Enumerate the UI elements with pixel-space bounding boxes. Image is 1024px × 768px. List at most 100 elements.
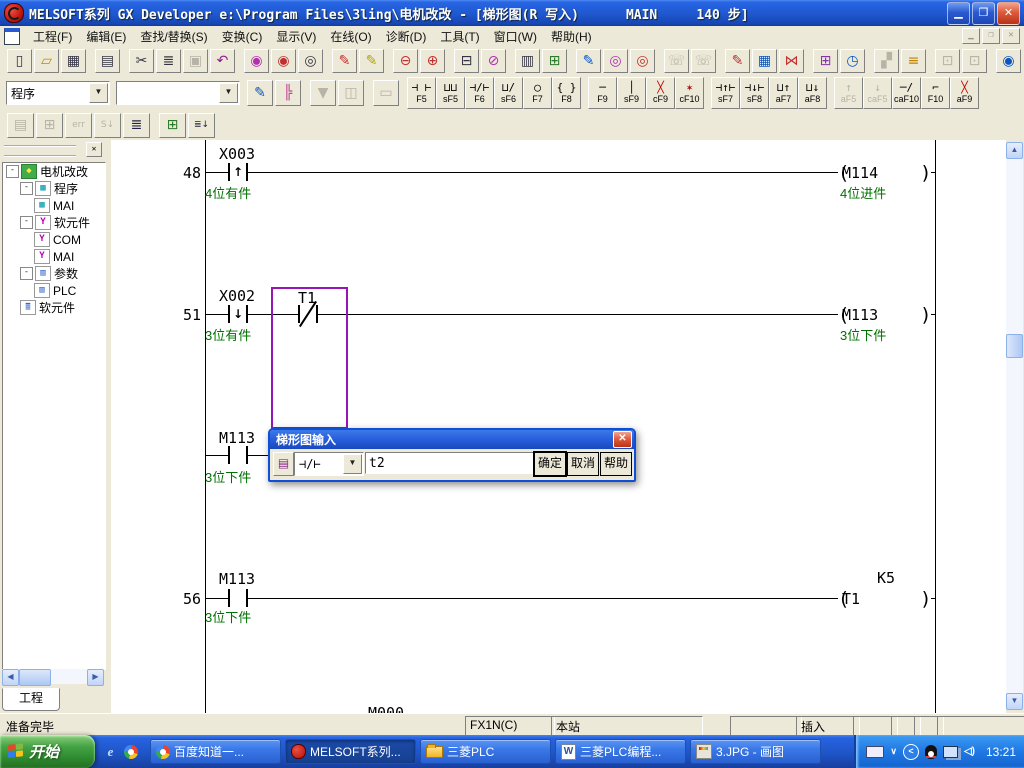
network-test-icon[interactable]: ◉ [996, 49, 1021, 73]
read-from-plc-icon[interactable]: ▦ [752, 49, 777, 73]
coil-fkey[interactable]: ◯F7 [523, 77, 552, 109]
closed-branch-fkey[interactable]: ⊔/sF6 [494, 77, 523, 109]
menu-item-3[interactable]: 变换(C) [215, 28, 270, 46]
tree-item-7[interactable]: ▥PLC [3, 282, 105, 299]
falling-branch-fkey[interactable]: ⊔↓aF8 [798, 77, 827, 109]
device-entry-select[interactable]: ▼ [116, 81, 240, 105]
keyboard-icon[interactable] [866, 746, 884, 758]
chevron-down-icon[interactable]: ▼ [219, 83, 238, 103]
start-button[interactable]: 开始 [0, 735, 95, 768]
coil-label[interactable]: M113 [842, 306, 906, 324]
list-of-used-icon[interactable]: ≣↓ [188, 113, 215, 138]
find-string-icon[interactable]: ◎ [630, 49, 655, 73]
delete-hline-fkey[interactable]: ╳cF9 [646, 77, 675, 109]
ladder-editor[interactable]: 48 X003 ↑ 4位有件 ( M114 ) 4位进件 51 [111, 140, 1006, 713]
step-run-icon[interactable]: S↓ [94, 113, 121, 138]
cancel-button[interactable]: 取消 [567, 452, 599, 476]
zoom-out-icon[interactable]: ⊖ [393, 49, 418, 73]
mdi-close-button[interactable]: ✕ [1002, 28, 1020, 44]
device-test-icon[interactable]: ▼ [310, 80, 336, 106]
menu-item-7[interactable]: 工具(T) [433, 28, 486, 46]
minimize-button[interactable]: ▁ [947, 2, 970, 25]
dialog-close-icon[interactable]: ✕ [613, 431, 632, 448]
falling-edge-contact[interactable]: ↓ [228, 305, 248, 323]
symbol-history-icon[interactable]: ▤ [273, 452, 294, 476]
taskbar-button-4[interactable]: 3.JPG - 画图 [690, 739, 821, 764]
qq-icon[interactable] [925, 745, 937, 759]
open-contact[interactable] [228, 446, 248, 464]
coil-label[interactable]: M114 [842, 164, 906, 182]
sampling-trace-icon[interactable]: ▤ [7, 113, 34, 138]
find-contact-icon[interactable]: ◉ [244, 49, 269, 73]
program-type-select[interactable]: 程序 ▼ [6, 81, 110, 105]
write-to-plc-icon[interactable]: ✎ [725, 49, 750, 73]
menu-item-5[interactable]: 在线(O) [323, 28, 378, 46]
tree-item-0[interactable]: -◆电机改改 [3, 163, 105, 180]
volume-icon[interactable]: ◁) [964, 746, 976, 757]
panel-grip[interactable] [4, 145, 76, 157]
hide-icons-icon[interactable]: < [903, 744, 919, 760]
coil-label[interactable]: T1 [842, 590, 906, 608]
menu-item-8[interactable]: 窗口(W) [487, 28, 544, 46]
open-branch-fkey[interactable]: ⊔⊔sF5 [436, 77, 465, 109]
chevron-down-icon[interactable]: ▼ [89, 83, 108, 103]
vertical-scrollbar[interactable]: ▲ ▼ [1006, 142, 1023, 710]
down-gray-fkey[interactable]: ↓caF5 [863, 77, 892, 109]
panel-close-icon[interactable]: ✕ [86, 142, 102, 157]
branch-mode-icon[interactable]: ╠ [275, 80, 301, 106]
undo-icon[interactable]: ↶ [210, 49, 235, 73]
invert-operation-fkey[interactable]: ─/caF10 [892, 77, 921, 109]
rising-branch-fkey[interactable]: ⊔↑aF7 [769, 77, 798, 109]
falling-pulse-fkey[interactable]: ⊣↓⊢sF8 [740, 77, 769, 109]
scroll-right-icon[interactable]: ▶ [87, 669, 104, 686]
device-batch-monitor-icon[interactable]: ⊞ [813, 49, 838, 73]
monitor-mode-icon[interactable]: ≡ [901, 49, 926, 73]
mdi-minimize-button[interactable]: ▁ [962, 28, 980, 44]
up-gray-fkey[interactable]: ↑aF5 [834, 77, 863, 109]
tree-expand-icon[interactable]: - [20, 182, 33, 195]
taskbar-button-3[interactable]: 三菱PLC编程... [555, 739, 686, 764]
telephone-disconnect-icon[interactable]: ☏ [691, 49, 716, 73]
tree-item-2[interactable]: ▦MAI [3, 197, 105, 214]
find-step-icon[interactable]: ◎ [603, 49, 628, 73]
horizontal-line-fkey[interactable]: ─F9 [588, 77, 617, 109]
remote-operation-icon[interactable]: ▞ [874, 49, 899, 73]
comment-edit-icon[interactable]: ✎ [247, 80, 273, 106]
chrome-icon[interactable] [124, 745, 138, 759]
tree-item-8[interactable]: ≣软元件 [3, 299, 105, 316]
device-input[interactable] [365, 452, 538, 474]
menu-item-9[interactable]: 帮助(H) [544, 28, 599, 46]
open-contact-fkey[interactable]: ⊣ ⊢F5 [407, 77, 436, 109]
tree-item-1[interactable]: -▦程序 [3, 180, 105, 197]
restore-button[interactable]: ❐ [972, 2, 995, 25]
forced-io-icon[interactable]: ◫ [338, 80, 364, 106]
program-list-icon[interactable]: ≣ [123, 113, 150, 138]
save-project-icon[interactable]: ▦ [61, 49, 86, 73]
scroll-left-icon[interactable]: ◀ [2, 669, 19, 686]
scrollbar-thumb[interactable] [19, 669, 51, 686]
menu-item-6[interactable]: 诊断(D) [379, 28, 434, 46]
new-project-icon[interactable]: ▯ [7, 49, 32, 73]
delete-vline-fkey[interactable]: ✶cF10 [675, 77, 704, 109]
copy-icon[interactable]: ≣ [156, 49, 181, 73]
verify-with-plc-icon[interactable]: ⋈ [779, 49, 804, 73]
ie-icon[interactable]: e [103, 744, 118, 759]
tree-expand-icon[interactable]: - [20, 267, 33, 280]
scroll-up-icon[interactable]: ▲ [1006, 142, 1023, 159]
taskbar-button-0[interactable]: 百度知道一... [150, 739, 281, 764]
program-edit-icon[interactable]: ✎ [576, 49, 601, 73]
help-button[interactable]: 帮助 [600, 452, 632, 476]
monitor-write-icon[interactable]: ⊡ [935, 49, 960, 73]
menu-item-1[interactable]: 编辑(E) [79, 28, 133, 46]
clock-setting-icon[interactable]: ◷ [840, 49, 865, 73]
tree-horizontal-scrollbar[interactable]: ◀ ▶ [2, 669, 104, 684]
project-tree[interactable]: -◆电机改改-▦程序▦MAI-Y软元件YCOMYMAI-▥参数▥PLC≣软元件 [2, 162, 106, 670]
telephone-line-icon[interactable]: ☏ [664, 49, 689, 73]
project-data-list-icon[interactable]: ⊘ [481, 49, 506, 73]
vertical-line-fkey[interactable]: │sF9 [617, 77, 646, 109]
tree-item-5[interactable]: YMAI [3, 248, 105, 265]
ladder-logic-test-icon[interactable]: ▥ [515, 49, 540, 73]
menu-item-2[interactable]: 查找/替换(S) [133, 28, 214, 46]
ok-button[interactable]: 确定 [534, 452, 566, 476]
rising-edge-contact[interactable]: ↑ [228, 163, 248, 181]
